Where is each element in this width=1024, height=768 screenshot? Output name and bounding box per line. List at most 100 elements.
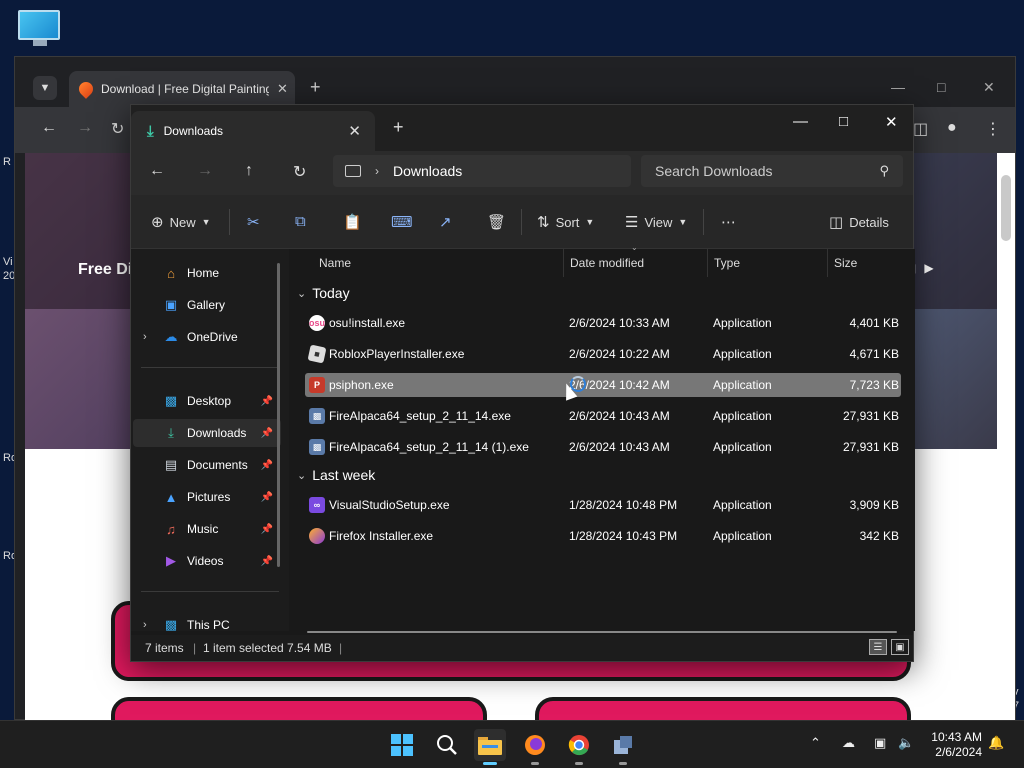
sidebar-scrollbar[interactable]	[277, 263, 280, 567]
file-date: 1/28/2024 10:48 PM	[569, 498, 678, 512]
sidebar-item-downloads[interactable]: ⤓ Downloads 📌	[133, 419, 281, 447]
share-button[interactable]: ↗	[439, 213, 452, 231]
cut-button[interactable]: ✂	[247, 213, 260, 231]
back-icon[interactable]: ←	[41, 119, 57, 137]
pin-icon[interactable]: 📌	[261, 524, 273, 535]
horizontal-scrollbar[interactable]	[307, 631, 897, 633]
table-row[interactable]: osu osu!install.exe 2/6/2024 10:33 AM Ap…	[305, 311, 901, 335]
chrome-taskbar-button[interactable]	[563, 729, 595, 765]
address-bar[interactable]: › Downloads	[333, 155, 631, 187]
clock[interactable]: 10:43 AM 2/6/2024	[920, 730, 982, 760]
view-button[interactable]: ☰ View ▼	[625, 213, 687, 231]
pin-icon[interactable]: 📌	[261, 460, 273, 471]
trash-icon: 🗑	[487, 214, 507, 231]
forward-icon[interactable]: →	[77, 119, 93, 137]
search-input[interactable]: Search Downloads ⚲	[641, 155, 903, 187]
minimize-icon[interactable]: —	[793, 113, 808, 130]
sidebar-icon[interactable]: ◫	[913, 119, 928, 139]
close-icon[interactable]: ✕	[983, 79, 995, 96]
start-button[interactable]	[386, 729, 418, 761]
close-icon[interactable]: ✕	[348, 122, 361, 140]
close-icon[interactable]: ✕	[885, 113, 898, 131]
table-row[interactable]: Firefox Installer.exe 1/28/2024 10:43 PM…	[305, 524, 901, 548]
table-row-selected[interactable]: P psiphon.exe 2/6/2024 10:42 AM Applicat…	[305, 373, 901, 397]
paste-button[interactable]: 📋	[343, 213, 362, 231]
pink-button[interactable]	[111, 697, 487, 721]
sidebar-item-pictures[interactable]: ▲ Pictures 📌	[133, 483, 281, 511]
pin-icon[interactable]: 📌	[261, 492, 273, 503]
pc-icon: ▩	[164, 617, 178, 632]
sidebar-item-gallery[interactable]: ▣ Gallery	[133, 291, 281, 319]
network-icon[interactable]: ▣	[874, 735, 886, 751]
column-header-size[interactable]: Size	[827, 249, 907, 277]
table-row[interactable]: ■ RobloxPlayerInstaller.exe 2/6/2024 10:…	[305, 342, 901, 366]
more-button[interactable]: ⋯	[721, 213, 736, 231]
search-button[interactable]	[431, 729, 463, 761]
explorer-tab[interactable]: ⤓ Downloads ✕	[131, 111, 375, 151]
firefox-taskbar-button[interactable]	[519, 729, 551, 765]
new-tab-button[interactable]: +	[393, 117, 404, 138]
up-icon[interactable]: ↑	[245, 162, 253, 180]
close-icon[interactable]: ✕	[277, 81, 288, 97]
delete-button[interactable]: 🗑	[487, 213, 506, 231]
sidebar-item-videos[interactable]: ▶ Videos 📌	[133, 547, 281, 575]
rename-button[interactable]: ⌨	[391, 213, 413, 231]
new-tab-button[interactable]: +	[310, 77, 321, 98]
sidebar-item-documents[interactable]: ▤ Documents 📌	[133, 451, 281, 479]
sort-button[interactable]: ⇅ Sort ▼	[537, 213, 594, 231]
tab-search-button[interactable]: ▼	[33, 76, 57, 100]
sidebar-item-music[interactable]: ♫ Music 📌	[133, 515, 281, 543]
pink-button[interactable]	[535, 697, 911, 721]
forward-icon[interactable]: →	[197, 162, 213, 180]
chrome-tab-title: Download | Free Digital Painting	[101, 82, 269, 96]
view-label: View	[644, 214, 673, 230]
osu-icon: osu	[309, 315, 325, 331]
onedrive-offline-icon[interactable]: ☁	[842, 735, 855, 751]
copy-button[interactable]: ⧉	[295, 213, 306, 230]
share-icon: ↗	[439, 214, 452, 231]
minimize-icon[interactable]: —	[891, 79, 905, 95]
file-date: 2/6/2024 10:33 AM	[569, 316, 670, 330]
this-pc-desktop-icon[interactable]	[18, 10, 62, 50]
back-icon[interactable]: ←	[149, 162, 165, 180]
table-row[interactable]: ∞ VisualStudioSetup.exe 1/28/2024 10:48 …	[305, 493, 901, 517]
firefox-icon	[525, 735, 545, 755]
details-view-button[interactable]: ☰	[869, 639, 887, 655]
page-scrollbar[interactable]	[997, 153, 1015, 721]
column-header-date[interactable]: Date modified	[563, 249, 707, 277]
profile-icon[interactable]: ●	[947, 119, 957, 137]
chevron-right-icon[interactable]: ›	[143, 619, 147, 631]
group-header-last-week[interactable]: ⌄ Last week	[297, 467, 375, 483]
notification-bell-icon[interactable]: 🔔	[988, 735, 1004, 751]
table-row[interactable]: ▩ FireAlpaca64_setup_2_11_14.exe 2/6/202…	[305, 404, 901, 428]
chevron-up-icon[interactable]: ⌃	[810, 735, 821, 751]
sidebar-item-home[interactable]: ⌂ Home	[133, 259, 281, 287]
pin-icon[interactable]: 📌	[261, 428, 273, 439]
volume-icon[interactable]: 🔈	[898, 735, 914, 751]
sidebar-item-onedrive[interactable]: › ☁ OneDrive	[133, 323, 281, 351]
chevron-down-icon: ⌄	[297, 287, 307, 300]
maximize-icon[interactable]: □	[937, 79, 945, 95]
tiles-view-button[interactable]: ▣	[891, 639, 909, 655]
refresh-icon[interactable]: ↻	[293, 162, 306, 182]
group-header-today[interactable]: ⌄ Today	[297, 285, 350, 301]
sidebar-item-desktop[interactable]: ▩ Desktop 📌	[133, 387, 281, 415]
menu-icon[interactable]: ⋮	[985, 119, 1001, 139]
details-label: Details	[849, 214, 889, 230]
pin-icon[interactable]: 📌	[261, 396, 273, 407]
chrome-tab[interactable]: Download | Free Digital Painting ✕	[69, 71, 295, 107]
reload-icon[interactable]: ↻	[111, 119, 124, 139]
maximize-icon[interactable]: □	[839, 113, 848, 130]
file-explorer-taskbar-button[interactable]	[474, 729, 506, 765]
new-button[interactable]: ⊕ New ▼	[151, 213, 211, 231]
column-header-type[interactable]: Type	[707, 249, 827, 277]
column-header-name[interactable]: Name	[313, 249, 563, 277]
installer-taskbar-button[interactable]	[607, 729, 639, 765]
file-name: osu!install.exe	[329, 316, 406, 330]
file-size: 27,931 KB	[842, 440, 899, 454]
table-row[interactable]: ▩ FireAlpaca64_setup_2_11_14 (1).exe 2/6…	[305, 435, 901, 459]
chevron-right-icon[interactable]: ›	[143, 331, 147, 343]
chevron-right-icon[interactable]: ›	[375, 164, 379, 178]
details-button[interactable]: ◫ Details	[829, 213, 889, 231]
pin-icon[interactable]: 📌	[261, 556, 273, 567]
